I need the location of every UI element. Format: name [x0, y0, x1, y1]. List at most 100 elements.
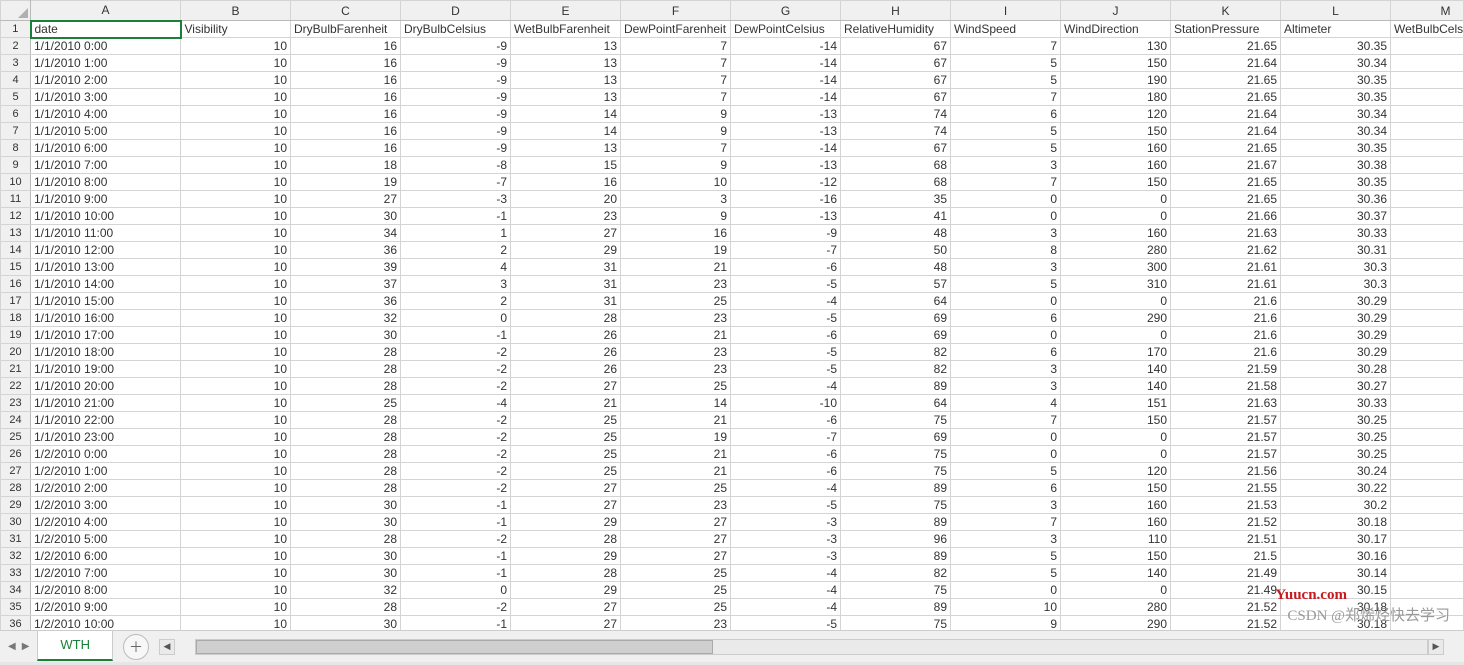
cell[interactable]: 1/1/2010 7:00 — [31, 157, 181, 174]
cell[interactable]: -2.9 — [1391, 599, 1464, 616]
cell[interactable]: 14 — [511, 123, 621, 140]
cell[interactable]: 25 — [621, 480, 731, 497]
column-header[interactable]: C — [291, 1, 401, 21]
cell[interactable]: 30.36 — [1281, 191, 1391, 208]
cell[interactable]: -1.8 — [1391, 548, 1464, 565]
column-header[interactable]: D — [401, 1, 511, 21]
cell[interactable]: 10 — [181, 531, 291, 548]
cell[interactable]: -16 — [731, 191, 841, 208]
cell[interactable]: -10.3 — [1391, 55, 1464, 72]
cell[interactable]: 10 — [181, 395, 291, 412]
cell[interactable]: 39 — [291, 259, 401, 276]
scroll-left-icon[interactable]: ◀ — [159, 639, 175, 655]
row-header[interactable]: 10 — [1, 174, 31, 191]
cell[interactable]: -9 — [731, 225, 841, 242]
cell[interactable]: 21.64 — [1171, 55, 1281, 72]
cell[interactable]: -2 — [401, 412, 511, 429]
row-header[interactable]: 6 — [1, 106, 31, 123]
cell[interactable]: 0 — [1061, 208, 1171, 225]
cell[interactable]: 10 — [181, 72, 291, 89]
cell[interactable]: 23 — [621, 361, 731, 378]
cell[interactable]: -10.3 — [1391, 38, 1464, 55]
cell[interactable]: -13 — [731, 123, 841, 140]
cell[interactable]: 75 — [841, 616, 951, 631]
cell[interactable]: 10 — [181, 140, 291, 157]
cell[interactable]: 21.58 — [1171, 378, 1281, 395]
cell[interactable]: 7 — [621, 72, 731, 89]
row-header[interactable]: 35 — [1, 599, 31, 616]
cell[interactable]: 21.65 — [1171, 89, 1281, 106]
cell[interactable]: 30.27 — [1281, 378, 1391, 395]
cell[interactable]: 0 — [951, 429, 1061, 446]
cell[interactable]: 1/2/2010 7:00 — [31, 565, 181, 582]
row-header[interactable]: 33 — [1, 565, 31, 582]
cell[interactable]: 2 — [401, 242, 511, 259]
cell[interactable]: 21.6 — [1171, 344, 1281, 361]
cell[interactable]: 67 — [841, 55, 951, 72]
cell[interactable]: 30.16 — [1281, 548, 1391, 565]
cell[interactable]: 3 — [951, 157, 1061, 174]
cell[interactable]: -10 — [1391, 123, 1464, 140]
cell[interactable]: 30.34 — [1281, 106, 1391, 123]
cell[interactable]: 0 — [1061, 582, 1171, 599]
row-header[interactable]: 23 — [1, 395, 31, 412]
horizontal-scrollbar[interactable]: ◀ ▶ — [159, 631, 1464, 662]
cell[interactable]: -4 — [731, 378, 841, 395]
cell[interactable]: 28 — [291, 344, 401, 361]
cell[interactable]: -2 — [401, 480, 511, 497]
cell[interactable]: -2 — [401, 378, 511, 395]
cell[interactable]: -4 — [731, 599, 841, 616]
cell[interactable]: 21.49 — [1171, 565, 1281, 582]
cell[interactable]: 28 — [291, 480, 401, 497]
cell[interactable]: 21.65 — [1171, 72, 1281, 89]
cell[interactable]: 10 — [181, 497, 291, 514]
cell[interactable]: 0 — [951, 446, 1061, 463]
cell[interactable]: 10 — [181, 106, 291, 123]
cell[interactable]: 3 — [951, 225, 1061, 242]
cell[interactable]: 9 — [621, 106, 731, 123]
cell[interactable]: 13 — [511, 89, 621, 106]
cell[interactable]: 1/1/2010 12:00 — [31, 242, 181, 259]
cell[interactable]: 30.24 — [1281, 463, 1391, 480]
cell[interactable]: 30.2 — [1281, 497, 1391, 514]
row-header[interactable]: 1 — [1, 21, 31, 38]
cell[interactable]: 30 — [291, 548, 401, 565]
cell[interactable]: 7 — [951, 38, 1061, 55]
cell[interactable]: 25 — [511, 412, 621, 429]
cell[interactable]: 89 — [841, 599, 951, 616]
cell[interactable]: 27 — [511, 599, 621, 616]
cell[interactable]: 30.25 — [1281, 412, 1391, 429]
cell[interactable]: 21 — [621, 412, 731, 429]
cell[interactable]: 32 — [291, 582, 401, 599]
cell[interactable]: 30.35 — [1281, 89, 1391, 106]
cell[interactable]: 30.34 — [1281, 123, 1391, 140]
cell[interactable]: -4 — [731, 293, 841, 310]
cell[interactable]: 160 — [1061, 140, 1171, 157]
cell[interactable]: 21.6 — [1171, 293, 1281, 310]
cell[interactable]: -1 — [401, 616, 511, 631]
cell[interactable]: 16 — [291, 106, 401, 123]
cell[interactable]: 10 — [181, 225, 291, 242]
row-header[interactable]: 8 — [1, 140, 31, 157]
column-header[interactable]: L — [1281, 1, 1391, 21]
cell[interactable]: -2 — [401, 344, 511, 361]
cell[interactable]: 3 — [951, 497, 1061, 514]
cell[interactable]: 30 — [291, 208, 401, 225]
cell[interactable]: 29 — [511, 242, 621, 259]
cell[interactable]: 6 — [951, 344, 1061, 361]
cell[interactable]: 25 — [621, 565, 731, 582]
scroll-track[interactable] — [195, 639, 1428, 655]
cell[interactable]: 9 — [621, 157, 731, 174]
cell[interactable]: 10 — [181, 361, 291, 378]
cell[interactable]: 89 — [841, 548, 951, 565]
cell[interactable]: 10 — [181, 55, 291, 72]
cell[interactable]: -2 — [1391, 310, 1464, 327]
cell[interactable]: 25 — [621, 293, 731, 310]
cell[interactable]: 7 — [621, 89, 731, 106]
row-header[interactable]: 18 — [1, 310, 31, 327]
cell[interactable]: 21 — [621, 463, 731, 480]
cell[interactable]: 23 — [621, 616, 731, 631]
cell[interactable]: -4 — [731, 565, 841, 582]
cell[interactable]: -2.4 — [1391, 531, 1464, 548]
cell[interactable]: -9 — [401, 55, 511, 72]
